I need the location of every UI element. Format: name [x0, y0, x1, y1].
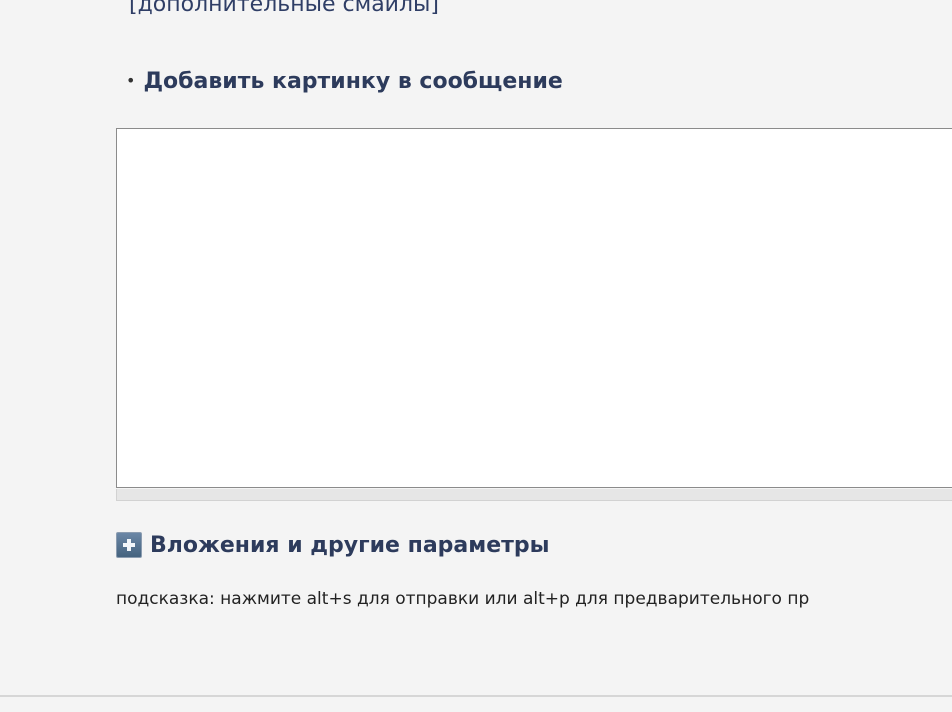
bullet-icon: •	[126, 71, 136, 90]
add-image-link[interactable]: Добавить картинку в сообщение	[143, 69, 562, 94]
attachments-label[interactable]: Вложения и другие параметры	[150, 533, 550, 558]
keyboard-hint: подсказка: нажмите alt+s для отправки ил…	[116, 589, 810, 609]
footer-divider	[0, 695, 952, 697]
add-image-section: • Добавить картинку в сообщение	[126, 66, 563, 96]
plus-square-icon[interactable]	[116, 532, 142, 558]
editor-resize-handle[interactable]	[116, 489, 952, 501]
message-textarea[interactable]	[116, 128, 952, 488]
more-smilies-link[interactable]: [дополнительные смайлы]	[129, 0, 439, 18]
attachments-toggle[interactable]: Вложения и другие параметры	[116, 530, 550, 560]
